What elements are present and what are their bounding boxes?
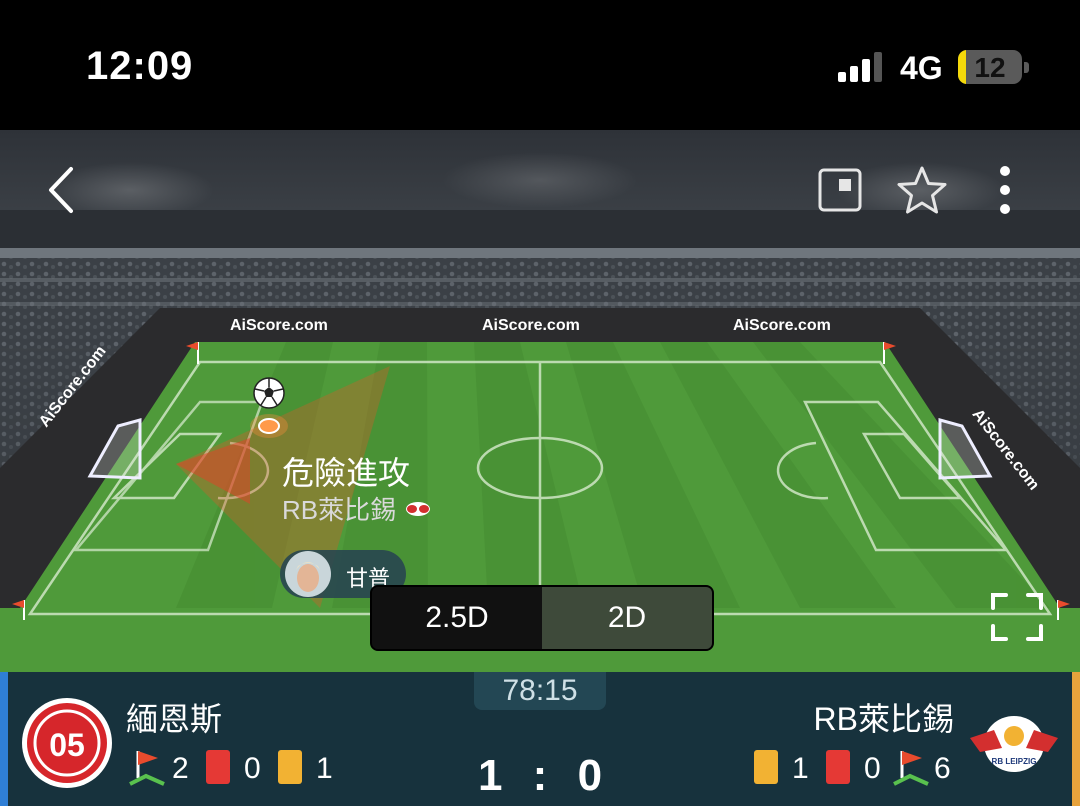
more-vertical-icon [1000,166,1010,214]
ad-board-2: AiScore.com [482,317,580,334]
back-button[interactable] [40,162,80,218]
score-home: 1 [477,751,503,800]
corner-flag-icon [893,751,929,786]
score-away: 0 [577,751,603,800]
away-team-logo[interactable]: RB LEIPZIG [966,708,1062,780]
red-card-icon [826,750,850,784]
team-logo-icon [406,501,431,516]
picture-in-picture-icon [818,168,862,212]
away-red-cards: 0 [864,752,881,785]
match-timer: 78:15 [474,672,606,710]
away-team-name: RB萊比錫 [813,701,954,737]
fullscreen-button[interactable] [990,592,1044,642]
signal-icon [838,52,886,82]
fullscreen-icon [991,593,1043,641]
favorite-button[interactable] [894,162,950,218]
battery-icon: 12 [958,50,1022,84]
score-separator: : [532,751,548,800]
away-yellow-cards: 1 [792,752,809,785]
ball-icon [253,377,285,409]
svg-text:RB LEIPZIG: RB LEIPZIG [992,757,1037,766]
chevron-left-icon [49,167,73,213]
view-option-2d[interactable]: 2D [542,587,712,649]
status-time: 12:09 [86,44,194,88]
status-bar: 12:09 4G 12 [0,0,1080,130]
home-team-name: 緬恩斯 [126,701,223,737]
picture-in-picture-button[interactable] [814,162,866,218]
yellow-card-icon [754,750,778,784]
view-option-2-5d[interactable]: 2.5D [372,587,542,649]
view-mode-toggle: 2.5D 2D [370,585,714,651]
event-title: 危險進攻 [282,455,411,491]
event-team-name: RB萊比錫 [282,495,397,525]
away-corners: 6 [934,752,951,785]
network-type: 4G [900,50,943,86]
star-icon [897,166,947,214]
battery-tip [1024,62,1029,73]
score-panel: 78:15 05 緬恩斯 2 0 1 1 : 0 RB萊比錫 RB LEIPZI… [0,672,1080,806]
ad-board-1: AiScore.com [230,317,328,334]
ad-board-3: AiScore.com [733,317,831,334]
event-team: RB萊比錫 [282,490,432,527]
battery-percent: 12 [974,52,1006,83]
ball-position-marker [250,414,288,438]
player-avatar [285,551,331,597]
more-button[interactable] [990,162,1020,218]
